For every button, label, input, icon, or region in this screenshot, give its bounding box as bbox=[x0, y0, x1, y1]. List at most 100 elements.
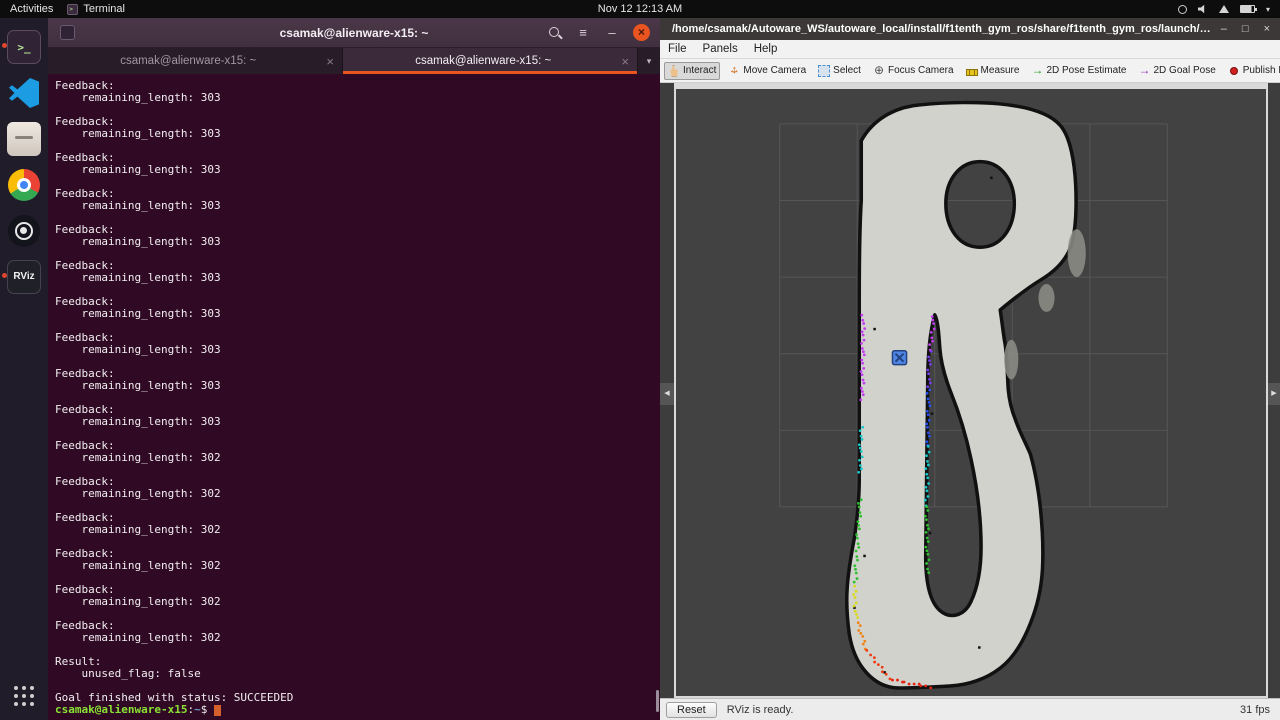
activities-button[interactable]: Activities bbox=[10, 3, 53, 15]
rviz-window: /home/csamak/Autoware_WS/autoware_local/… bbox=[660, 18, 1280, 720]
terminal-window: csamak@alienware-x15: ~ ≡ – × csamak@ali… bbox=[48, 18, 660, 720]
tool-label: Move Camera bbox=[743, 65, 807, 76]
pose-arrow-icon bbox=[1031, 64, 1043, 77]
terminal-cursor bbox=[213, 705, 221, 716]
terminal-line: remaining_length: 302 bbox=[55, 451, 221, 464]
vscode-icon bbox=[9, 78, 39, 108]
focus-icon bbox=[873, 64, 885, 77]
terminal-prompt[interactable]: csamak@alienware-x15:~$ bbox=[55, 704, 660, 716]
running-indicator bbox=[2, 43, 7, 48]
obs-icon bbox=[8, 215, 40, 247]
dock-item-vscode[interactable] bbox=[0, 70, 48, 116]
tab-close-icon[interactable]: × bbox=[621, 55, 629, 68]
volume-icon[interactable] bbox=[1197, 4, 1205, 14]
show-applications-button[interactable] bbox=[0, 676, 48, 716]
terminal-line: remaining_length: 303 bbox=[55, 379, 221, 392]
dock: >_ RViz bbox=[0, 18, 48, 720]
menu-help[interactable]: Help bbox=[746, 43, 786, 55]
terminal-tab-1[interactable]: csamak@alienware-x15: ~ × bbox=[48, 48, 343, 74]
tool-label: Select bbox=[833, 65, 861, 76]
rviz-titlebar[interactable]: /home/csamak/Autoware_WS/autoware_local/… bbox=[660, 18, 1280, 40]
terminal-line: remaining_length: 303 bbox=[55, 163, 221, 176]
tray-icon[interactable] bbox=[1177, 4, 1187, 14]
expand-left-panel-button[interactable]: ◀ bbox=[660, 383, 674, 405]
dock-item-terminal[interactable]: >_ bbox=[0, 24, 48, 70]
rviz-statusbar: Reset RViz is ready. 31 fps bbox=[660, 698, 1280, 720]
expand-right-panel-button[interactable]: ▶ bbox=[1268, 383, 1280, 405]
tab-close-icon[interactable]: × bbox=[326, 55, 334, 68]
terminal-line: remaining_length: 303 bbox=[55, 127, 221, 140]
tool-publish-point[interactable]: Publish Point bbox=[1224, 62, 1280, 80]
fps-counter: 31 fps bbox=[1240, 703, 1270, 716]
app-menu-label: Terminal bbox=[83, 3, 125, 15]
terminal-line: remaining_length: 302 bbox=[55, 631, 221, 644]
terminal-icon: >_ bbox=[7, 30, 41, 64]
select-icon bbox=[818, 64, 831, 77]
menu-file[interactable]: File bbox=[660, 43, 695, 55]
terminal-mini-icon: > bbox=[67, 3, 79, 15]
terminal-line: remaining_length: 302 bbox=[55, 559, 221, 572]
map-canvas[interactable] bbox=[676, 89, 1266, 696]
minimize-button[interactable]: – bbox=[1221, 23, 1227, 35]
close-button[interactable]: × bbox=[633, 24, 650, 41]
tool-interact[interactable]: Interact bbox=[664, 61, 721, 80]
close-button[interactable]: × bbox=[1264, 23, 1270, 35]
goal-arrow-icon bbox=[1139, 64, 1151, 77]
robot-marker[interactable] bbox=[891, 349, 908, 366]
rviz-title: /home/csamak/Autoware_WS/autoware_local/… bbox=[672, 23, 1211, 35]
point-icon bbox=[1229, 66, 1238, 75]
tool-select[interactable]: Select bbox=[814, 62, 865, 80]
chrome-icon bbox=[8, 169, 40, 201]
terminal-output[interactable]: Feedback: remaining_length: 303 Feedback… bbox=[48, 74, 660, 720]
terminal-titlebar[interactable]: csamak@alienware-x15: ~ ≡ – × bbox=[48, 18, 660, 48]
gnome-top-bar: Activities > Terminal Nov 12 12:13 AM ▾ bbox=[0, 0, 1280, 18]
tool-move-camera[interactable]: Move Camera bbox=[724, 62, 810, 80]
measure-icon bbox=[965, 68, 978, 76]
terminal-line: remaining_length: 303 bbox=[55, 307, 221, 320]
maximize-button[interactable]: □ bbox=[1242, 23, 1249, 35]
tab-list-chevron-icon[interactable]: ▾ bbox=[638, 48, 660, 74]
move-icon bbox=[728, 64, 740, 77]
menu-panels[interactable]: Panels bbox=[695, 43, 746, 55]
tool-2d-pose-estimate[interactable]: 2D Pose Estimate bbox=[1027, 62, 1130, 80]
dock-item-rviz[interactable]: RViz bbox=[0, 254, 48, 300]
collapsed-displays-panel: ◀ bbox=[660, 83, 674, 698]
minimize-button[interactable]: – bbox=[604, 25, 620, 41]
terminal-line: remaining_length: 302 bbox=[55, 595, 221, 608]
dock-item-chrome[interactable] bbox=[0, 162, 48, 208]
collapsed-views-panel: ▶ bbox=[1268, 83, 1280, 698]
network-icon[interactable] bbox=[1218, 5, 1229, 13]
menu-icon[interactable]: ≡ bbox=[575, 25, 591, 41]
terminal-line: remaining_length: 303 bbox=[55, 199, 221, 212]
reset-button[interactable]: Reset bbox=[666, 701, 717, 718]
terminal-tab-2[interactable]: csamak@alienware-x15: ~ × bbox=[343, 48, 638, 74]
dock-item-files[interactable] bbox=[0, 116, 48, 162]
terminal-scrollbar-thumb[interactable] bbox=[656, 690, 659, 712]
clock[interactable]: Nov 12 12:13 AM bbox=[0, 3, 1280, 15]
tool-2d-goal-pose[interactable]: 2D Goal Pose bbox=[1135, 62, 1220, 80]
tool-label: 2D Pose Estimate bbox=[1046, 65, 1127, 76]
tab-label: csamak@alienware-x15: ~ bbox=[415, 55, 552, 67]
search-icon[interactable] bbox=[548, 26, 562, 40]
tool-focus-camera[interactable]: Focus Camera bbox=[869, 62, 958, 80]
tool-measure[interactable]: Measure bbox=[962, 62, 1024, 79]
apps-grid-icon bbox=[14, 686, 18, 690]
tool-label: Publish Point bbox=[1242, 65, 1280, 76]
terminal-line: remaining_length: 303 bbox=[55, 343, 221, 356]
terminal-line: remaining_length: 303 bbox=[55, 271, 221, 284]
app-menu[interactable]: > Terminal bbox=[67, 3, 125, 15]
files-icon bbox=[7, 122, 41, 156]
dock-item-obs[interactable] bbox=[0, 208, 48, 254]
battery-icon[interactable] bbox=[1239, 5, 1257, 13]
system-menu-chevron-icon[interactable]: ▾ bbox=[1266, 5, 1270, 14]
